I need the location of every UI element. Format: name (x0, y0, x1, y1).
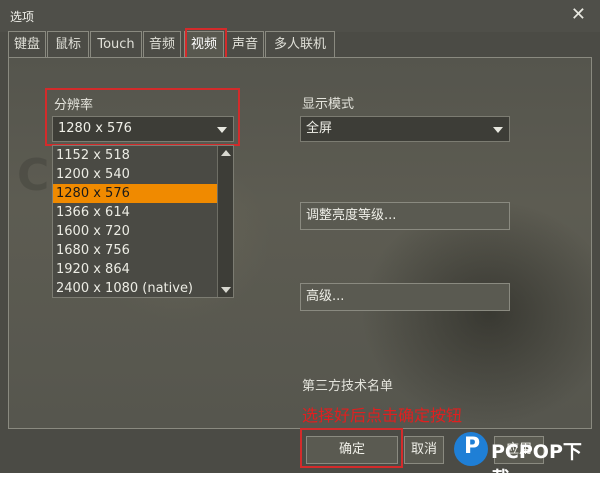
resolution-option[interactable]: 1366 x 614 (53, 203, 217, 222)
close-icon[interactable]: ✕ (571, 6, 586, 24)
resolution-dropdown-list: 1152 x 518 1200 x 540 1280 x 576 1366 x … (52, 145, 234, 298)
resolution-option[interactable]: 2400 x 1080 (native) (53, 279, 217, 298)
display-mode-label: 显示模式 (302, 97, 355, 112)
third-party-credits-link[interactable]: 第三方技术名单 (302, 375, 393, 394)
scroll-down-icon[interactable] (221, 287, 231, 293)
resolution-option[interactable]: 1600 x 720 (53, 222, 217, 241)
title-bar: 选项 ✕ (0, 0, 600, 32)
resolution-option[interactable]: 1152 x 518 (53, 146, 217, 165)
brightness-button[interactable]: 调整亮度等级... (300, 202, 510, 230)
tab-touch[interactable]: Touch (90, 31, 142, 57)
tab-audio[interactable]: 音频 (143, 31, 181, 57)
dropdown-scrollbar[interactable] (217, 146, 233, 297)
tab-mouse[interactable]: 鼠标 (47, 31, 89, 57)
resolution-option[interactable]: 1920 x 864 (53, 260, 217, 279)
instruction-annotation: 选择好后点击确定按钮 (302, 406, 463, 425)
resolution-option-selected[interactable]: 1280 x 576 (53, 184, 217, 203)
ok-button-highlight (300, 428, 403, 468)
tab-multiplayer[interactable]: 多人联机 (265, 31, 335, 57)
watermark-logo-letter: P (464, 434, 481, 459)
scroll-up-icon[interactable] (221, 150, 231, 156)
resolution-highlight (45, 88, 240, 146)
resolution-option[interactable]: 1680 x 756 (53, 241, 217, 260)
tab-keyboard[interactable]: 键盘 (8, 31, 46, 57)
resolution-option[interactable]: 1200 x 540 (53, 165, 217, 184)
display-mode-value: 全屏 (306, 121, 333, 136)
display-mode-select[interactable]: 全屏 (300, 116, 510, 142)
chevron-down-icon (493, 127, 503, 133)
site-watermark: P PCPOP下载 (454, 428, 600, 490)
advanced-button[interactable]: 高级... (300, 283, 510, 311)
options-dialog: 选项 ✕ 键盘 鼠标 Touch 音频 视频 声音 多人联机 C ⁄ ⁄ E 分… (0, 0, 600, 490)
window-title: 选项 (10, 10, 35, 24)
cancel-button[interactable]: 取消 (404, 436, 444, 464)
tab-voice[interactable]: 声音 (226, 31, 264, 57)
watermark-text: PCPOP下载 (491, 441, 582, 490)
